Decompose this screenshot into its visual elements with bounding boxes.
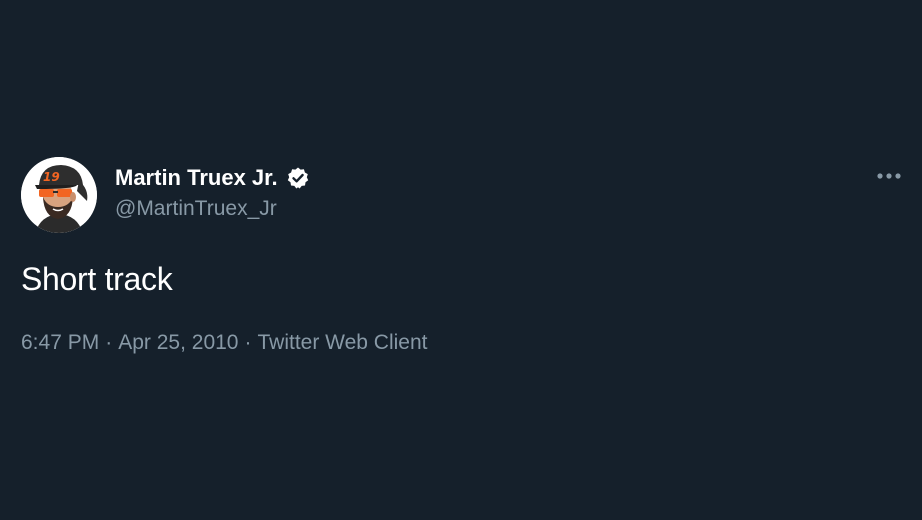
separator-dot: · (244, 331, 252, 354)
separator-dot: · (105, 331, 113, 354)
svg-text:19: 19 (43, 170, 60, 184)
verified-badge-icon (286, 166, 310, 190)
tweet-detail: 19 Martin Truex Jr. @MartinTruex_Jr Shor… (0, 0, 922, 520)
tweet-date[interactable]: Apr 25, 2010 (118, 331, 238, 354)
tweet-time[interactable]: 6:47 PM (21, 331, 99, 354)
author-name-row[interactable]: Martin Truex Jr. (115, 164, 310, 192)
tweet-metadata: 6:47 PM · Apr 25, 2010 · Twitter Web Client (21, 328, 427, 358)
more-options-button[interactable] (872, 164, 906, 188)
display-name[interactable]: Martin Truex Jr. (115, 164, 278, 192)
more-horizontal-icon (877, 173, 901, 179)
avatar[interactable]: 19 (21, 157, 97, 233)
cartoon-driver-avatar-icon: 19 (21, 157, 97, 233)
tweet-text: Short track (21, 261, 173, 297)
tweet-source[interactable]: Twitter Web Client (257, 331, 427, 354)
user-handle[interactable]: @MartinTruex_Jr (115, 195, 277, 223)
